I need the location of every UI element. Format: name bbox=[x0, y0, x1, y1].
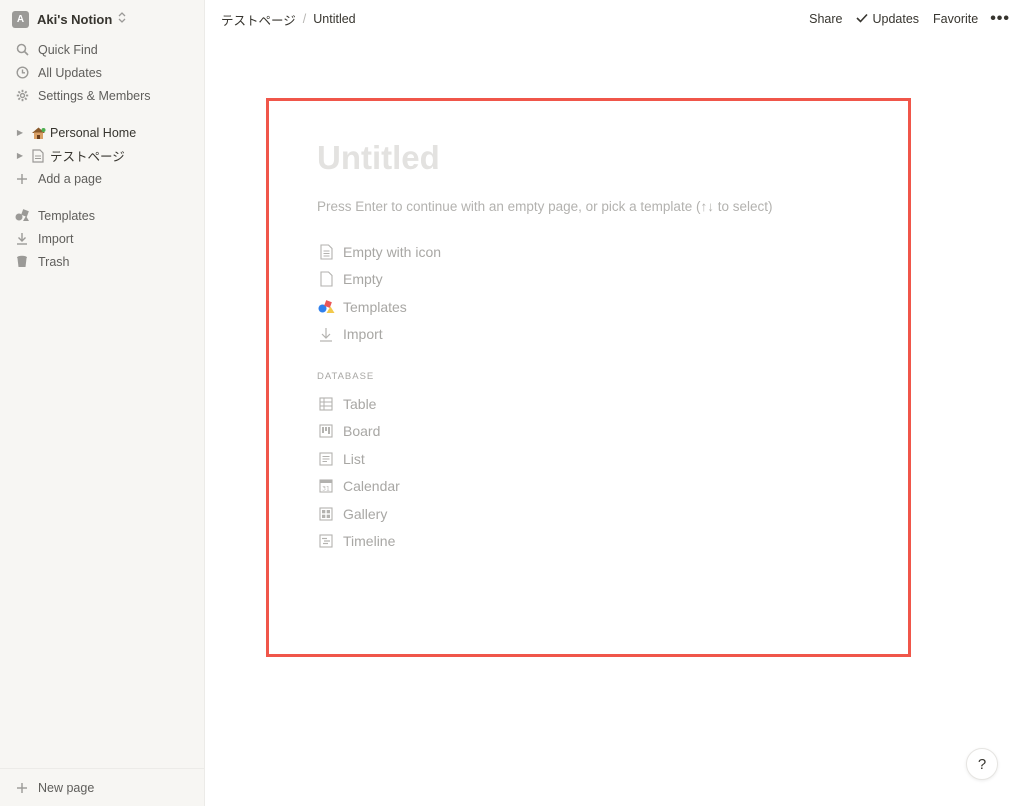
breadcrumb: テストページ / Untitled bbox=[221, 10, 356, 29]
page-title-input[interactable]: Untitled bbox=[317, 137, 877, 179]
template-hint: Press Enter to continue with an empty pa… bbox=[317, 199, 773, 214]
page-with-lines-icon bbox=[317, 243, 335, 261]
option-gallery[interactable]: Gallery bbox=[317, 500, 877, 528]
sidebar-item-quick-find[interactable]: Quick Find bbox=[0, 38, 204, 61]
favorite-button[interactable]: Favorite bbox=[933, 12, 978, 26]
templates-icon bbox=[317, 298, 335, 316]
topbar: テストページ / Untitled Share Updates Favorite… bbox=[205, 0, 1024, 38]
sidebar-item-label: テストページ bbox=[50, 150, 125, 164]
house-emoji-icon bbox=[30, 126, 46, 140]
sidebar-item-templates[interactable]: Templates bbox=[0, 204, 204, 227]
blank-page-icon bbox=[317, 270, 335, 288]
option-label: Timeline bbox=[343, 533, 396, 550]
sidebar-item-label: Personal Home bbox=[50, 125, 137, 140]
option-empty-with-icon[interactable]: Empty with icon bbox=[317, 238, 877, 266]
sidebar-item-label: Import bbox=[38, 231, 74, 246]
templates-icon bbox=[14, 208, 30, 224]
option-empty[interactable]: Empty bbox=[317, 266, 877, 294]
option-label: Import bbox=[343, 326, 383, 343]
sidebar-item-label: Templates bbox=[38, 208, 95, 223]
share-button[interactable]: Share bbox=[809, 12, 842, 26]
sidebar-page-test[interactable]: ▶ テストページ bbox=[0, 144, 204, 167]
option-label: Board bbox=[343, 423, 381, 440]
table-icon bbox=[317, 395, 335, 413]
sidebar-page-personal-home[interactable]: ▶ Personal Home bbox=[0, 121, 204, 144]
new-page-label: New page bbox=[38, 780, 95, 795]
sidebar: A Aki's Notion Quick Find All Updates Se… bbox=[0, 0, 205, 806]
option-templates[interactable]: Templates bbox=[317, 293, 877, 321]
trash-icon bbox=[14, 254, 30, 270]
sidebar-item-trash[interactable]: Trash bbox=[0, 250, 204, 273]
option-label: List bbox=[343, 450, 365, 467]
board-icon bbox=[317, 422, 335, 440]
sidebar-item-label: Quick Find bbox=[38, 42, 98, 57]
breadcrumb-separator: / bbox=[302, 12, 307, 26]
sidebar-item-label: Trash bbox=[38, 254, 70, 269]
notion-app: A Aki's Notion Quick Find All Updates Se… bbox=[0, 0, 1024, 806]
option-label: Templates bbox=[343, 298, 407, 315]
search-icon bbox=[14, 42, 30, 58]
workspace-name: Aki's Notion bbox=[37, 11, 113, 27]
import-icon bbox=[14, 231, 30, 247]
workspace-avatar: A bbox=[12, 10, 29, 28]
help-button[interactable]: ? bbox=[966, 748, 998, 780]
more-options-icon[interactable]: ••• bbox=[990, 10, 1010, 28]
updates-button[interactable]: Updates bbox=[856, 12, 919, 26]
option-label: Gallery bbox=[343, 505, 388, 522]
add-page-button[interactable]: Add a page bbox=[0, 167, 204, 190]
option-list[interactable]: List bbox=[317, 445, 877, 473]
page-icon bbox=[30, 148, 46, 163]
option-board[interactable]: Board bbox=[317, 418, 877, 446]
breadcrumb-item-parent[interactable]: テストページ bbox=[221, 10, 296, 29]
new-page-button[interactable]: New page bbox=[0, 768, 204, 806]
option-timeline[interactable]: Timeline bbox=[317, 528, 877, 556]
gallery-icon bbox=[317, 505, 335, 523]
sidebar-tools-group: Templates Import Trash bbox=[0, 204, 204, 273]
option-label: Empty bbox=[343, 271, 383, 288]
option-table[interactable]: Table bbox=[317, 390, 877, 418]
plus-icon bbox=[14, 171, 30, 187]
option-import[interactable]: Import bbox=[317, 321, 877, 349]
clock-icon bbox=[14, 65, 30, 81]
chevron-updown-icon bbox=[118, 12, 126, 26]
expand-caret-icon[interactable]: ▶ bbox=[14, 128, 26, 137]
option-label: Table bbox=[343, 395, 377, 412]
sidebar-item-settings[interactable]: Settings & Members bbox=[0, 84, 204, 107]
breadcrumb-item-current[interactable]: Untitled bbox=[313, 12, 355, 26]
import-icon bbox=[317, 325, 335, 343]
calendar-icon: 31 bbox=[317, 477, 335, 495]
option-calendar[interactable]: 31 Calendar bbox=[317, 473, 877, 501]
main-area: テストページ / Untitled Share Updates Favorite… bbox=[205, 0, 1024, 806]
sidebar-item-label: Settings & Members bbox=[38, 88, 151, 103]
top-actions: Share Updates Favorite ••• bbox=[795, 10, 1010, 28]
add-page-label: Add a page bbox=[38, 171, 102, 186]
svg-text:31: 31 bbox=[322, 486, 330, 493]
sidebar-item-label: All Updates bbox=[38, 65, 102, 80]
database-section-label: DATABASE bbox=[317, 371, 375, 382]
plus-icon bbox=[14, 782, 30, 794]
updates-label: Updates bbox=[872, 12, 920, 26]
sidebar-pages-group: ▶ Personal Home ▶ テストページ Add a page bbox=[0, 121, 204, 190]
option-label: Calendar bbox=[343, 478, 400, 495]
sidebar-item-import[interactable]: Import bbox=[0, 227, 204, 250]
sidebar-item-all-updates[interactable]: All Updates bbox=[0, 61, 204, 84]
expand-caret-icon[interactable]: ▶ bbox=[14, 151, 26, 160]
sidebar-top-group: Quick Find All Updates Settings & Member… bbox=[0, 38, 204, 107]
new-page-template-picker: Untitled Press Enter to continue with an… bbox=[266, 98, 911, 657]
gear-icon bbox=[14, 88, 30, 104]
page-content: Untitled Press Enter to continue with an… bbox=[317, 137, 877, 555]
workspace-switcher[interactable]: A Aki's Notion bbox=[0, 0, 204, 38]
timeline-icon bbox=[317, 532, 335, 550]
option-label: Empty with icon bbox=[343, 243, 442, 260]
list-icon bbox=[317, 450, 335, 468]
check-icon bbox=[856, 12, 869, 26]
